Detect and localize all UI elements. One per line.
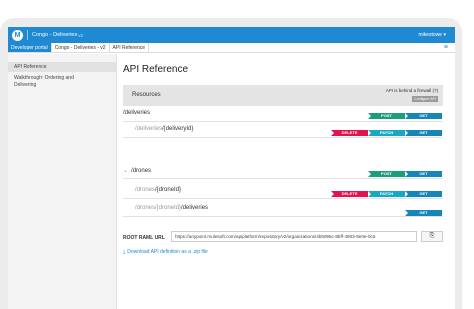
delete-method-button[interactable]: DELETE [331,130,368,136]
version-badge: v2 [78,32,84,38]
resources-header: Resources API is behind a firewall (?) C… [123,85,443,106]
chevron-down-icon[interactable]: ⌄ [123,168,128,174]
resource-row-drone-id[interactable]: /drones/{droneId} DELETE PATCH GET [123,184,443,199]
sidebar: API Reference Walkthrough: Ordering and … [8,54,117,309]
patch-method-button[interactable]: PATCH [368,130,405,136]
topbar-divider [27,30,28,40]
resource-path-name: /{droneId} [155,187,182,193]
get-method-button[interactable]: GET [405,210,442,216]
resource-path[interactable]: /deliveries/{deliveryId} [135,126,193,132]
delete-method-button[interactable]: DELETE [331,191,368,197]
firewall-label[interactable]: API is behind a firewall (?) [386,88,438,93]
resource-path-name: /deliveries [181,205,209,211]
get-method-button[interactable]: GET [405,130,442,136]
mulesoft-logo-icon[interactable]: M [12,29,23,41]
patch-method-button[interactable]: PATCH [368,191,405,197]
breadcrumb-developer-portal[interactable]: Developer portal [8,43,52,52]
get-method-button[interactable]: GET [405,171,442,177]
resource-row-deliveries[interactable]: /deliveries POST GET [123,107,443,122]
breadcrumb-api-version[interactable]: Congo - Deliveries - v2 [52,43,110,52]
copy-icon: ⎘ [429,233,435,239]
resource-path-prefix: /deliveries [135,126,163,132]
main-content: API Reference Resources API is behind a … [117,54,455,309]
top-app-bar: M Congo - Deliveries v2 mikestowe ▾ [8,27,455,43]
download-icon: ⤓ [123,249,126,255]
hamburger-menu-icon[interactable]: ≡ [444,43,448,52]
page-title: API Reference [123,64,189,75]
breadcrumb-api-reference[interactable]: API Reference [110,43,150,52]
breadcrumb: Developer portal Congo - Deliveries - v2… [8,43,455,53]
resources-title: Resources [132,92,161,98]
resource-row-drone-deliveries[interactable]: /drones/{droneId}/deliveries GET [123,202,443,217]
root-raml-url-field[interactable]: https://anypoint.mulesoft.com/apiplatfor… [171,231,417,242]
download-api-link[interactable]: ⤓ Download API definition as a .zip file [123,249,208,255]
app-title: Congo - Deliveries [32,32,78,38]
resource-path[interactable]: /drones/{droneId} [135,187,181,193]
root-raml-label: ROOT RAML URL [123,235,165,241]
resource-path[interactable]: /deliveries [123,110,150,116]
resource-path[interactable]: ⌄/drones [123,167,151,174]
post-method-button[interactable]: POST [368,113,405,119]
resource-path-prefix: /drones/{droneId} [135,205,182,211]
copy-url-button[interactable]: ⎘ [421,231,443,242]
resource-row-drones[interactable]: ⌄/drones POST GET [123,164,443,179]
sidebar-item-walkthrough-cont[interactable]: Delivering [8,82,116,89]
resource-path[interactable]: /drones/{droneId}/deliveries [135,205,208,211]
resource-path-name: /drones [131,168,152,174]
user-menu[interactable]: mikestowe ▾ [418,32,446,38]
sidebar-item-api-reference[interactable]: API Reference [8,62,116,72]
resource-path-name: /deliveries [123,110,151,116]
get-method-button[interactable]: GET [405,113,442,119]
post-method-button[interactable]: POST [368,171,405,177]
app-screen: M Congo - Deliveries v2 mikestowe ▾ Deve… [8,27,455,309]
resource-path-name: /{deliveryId} [162,126,194,132]
configure-api-button[interactable]: Configure API [412,96,438,102]
get-method-button[interactable]: GET [405,191,442,197]
resource-path-prefix: /drones [135,187,156,193]
download-link-label: Download API definition as a .zip file [127,249,208,255]
sidebar-item-walkthrough[interactable]: Walkthrough: Ordering and [8,75,116,82]
resource-row-delivery-id[interactable]: /deliveries/{deliveryId} DELETE PATCH GE… [123,123,443,138]
